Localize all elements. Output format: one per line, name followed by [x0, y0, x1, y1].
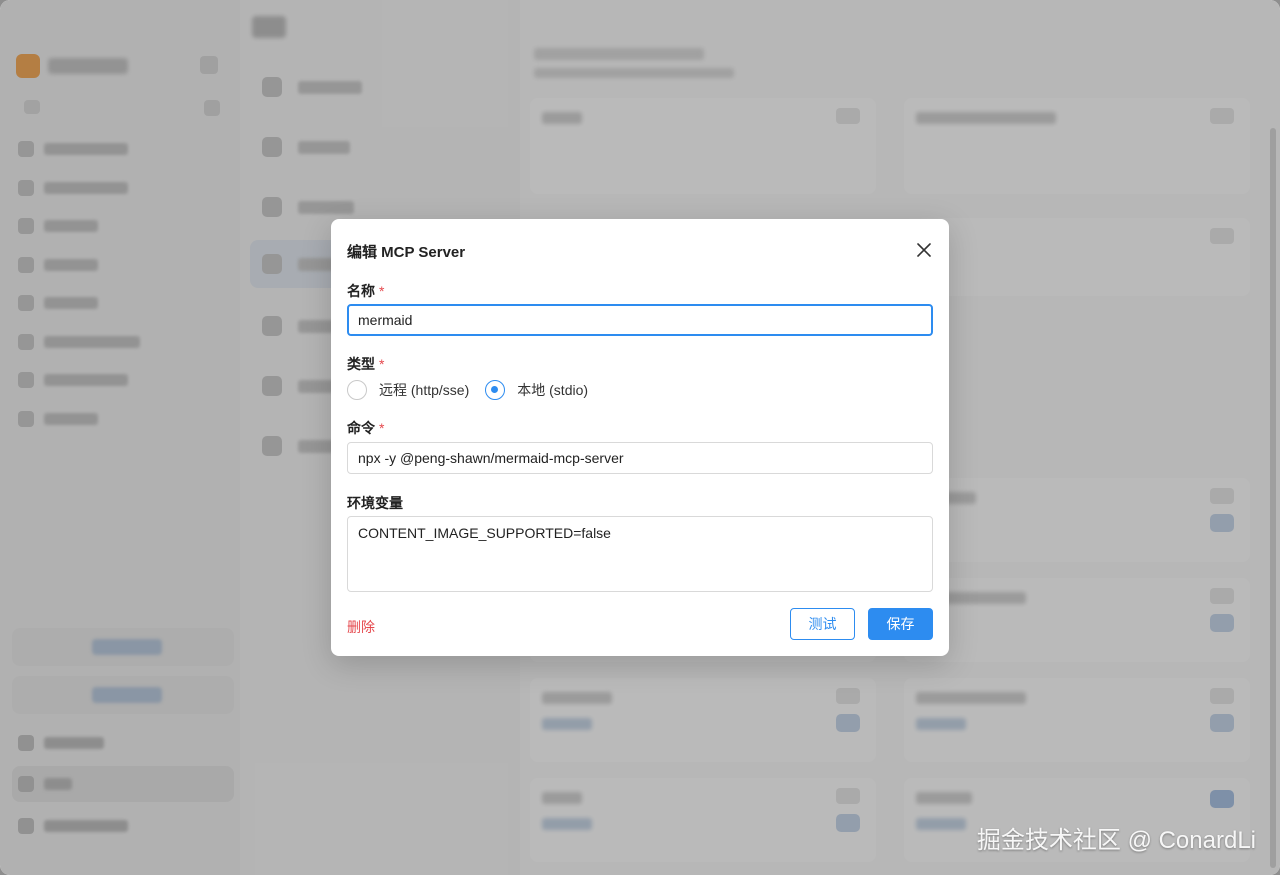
command-input[interactable]	[347, 442, 933, 474]
radio-circle[interactable]	[347, 380, 367, 400]
required-mark: *	[379, 283, 385, 299]
command-label: 命令 *	[347, 418, 384, 438]
radio-local-label[interactable]: 本地 (stdio)	[517, 380, 588, 400]
dialog-title: 编辑 MCP Server	[347, 244, 466, 261]
radio-remote[interactable]: 远程 (http/sse)	[347, 380, 469, 400]
edit-mcp-server-dialog: 编辑 MCP Server 名称* 类型* 远程 (http/sse) 本地 (…	[331, 219, 949, 656]
test-button[interactable]: 测试	[790, 608, 855, 640]
name-label: 名称 *	[347, 281, 384, 301]
watermark: 掘金技术社区 @ ConardLi	[976, 827, 1256, 854]
type-radio-group: 远程 (http/sse) 本地 (stdio)	[347, 380, 604, 400]
name-label-text: 名称	[347, 283, 375, 299]
radio-circle-selected[interactable]	[485, 380, 506, 400]
radio-remote-label[interactable]: 远程 (http/sse)	[379, 380, 469, 400]
save-button[interactable]: 保存	[868, 608, 933, 640]
name-input[interactable]	[347, 304, 933, 336]
close-icon[interactable]	[913, 239, 935, 261]
type-label-text: 类型	[347, 356, 375, 372]
radio-local[interactable]: 本地 (stdio)	[485, 380, 588, 400]
required-mark: *	[379, 420, 385, 436]
delete-button[interactable]: 删除	[347, 617, 375, 637]
command-label-text: 命令	[347, 420, 375, 436]
env-textarea[interactable]: CONTENT_IMAGE_SUPPORTED=false	[347, 516, 933, 592]
app-window: 编辑 MCP Server 名称* 类型* 远程 (http/sse) 本地 (…	[0, 0, 1280, 875]
type-label: 类型 *	[347, 354, 384, 374]
env-label: 环境变量	[347, 495, 403, 511]
required-mark: *	[379, 356, 385, 372]
